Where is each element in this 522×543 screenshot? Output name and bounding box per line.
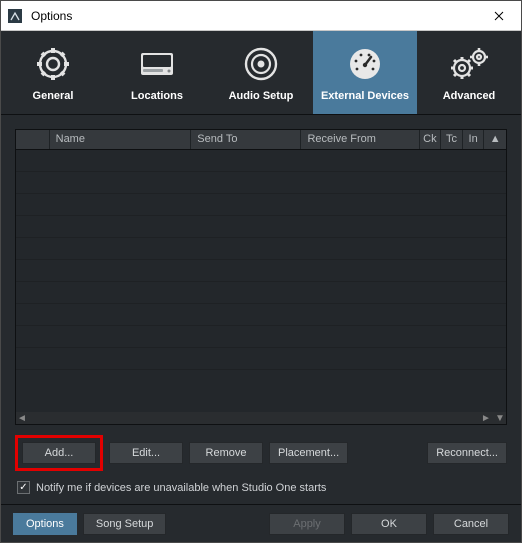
tab-label: Locations — [131, 90, 183, 102]
col-name[interactable]: Name — [50, 130, 192, 149]
gear-icon — [35, 44, 71, 84]
add-button[interactable]: Add... — [22, 442, 96, 464]
tab-label: General — [33, 90, 74, 102]
edit-button[interactable]: Edit... — [109, 442, 183, 464]
device-buttons-row: Add... Edit... Remove Placement... Recon… — [15, 425, 507, 479]
footer-tab-options[interactable]: Options — [13, 513, 77, 535]
close-icon — [494, 11, 504, 21]
table-header: Name Send To Receive From Ck Tc In ▲ — [16, 130, 506, 150]
table-row[interactable] — [16, 326, 506, 348]
table-row[interactable] — [16, 282, 506, 304]
external-devices-panel: Name Send To Receive From Ck Tc In ▲ — [1, 115, 521, 504]
scroll-right-icon[interactable]: ► — [480, 413, 492, 424]
col-in[interactable]: In — [463, 130, 485, 149]
table-row[interactable] — [16, 150, 506, 172]
ok-button[interactable]: OK — [351, 513, 427, 535]
reconnect-button[interactable]: Reconnect... — [427, 442, 507, 464]
scroll-left-icon[interactable]: ◄ — [16, 413, 28, 424]
table-row[interactable] — [16, 238, 506, 260]
tab-label: Advanced — [443, 90, 496, 102]
scroll-down-icon[interactable]: ▼ — [494, 413, 506, 424]
gauge-icon — [347, 44, 383, 84]
table-row[interactable] — [16, 194, 506, 216]
close-button[interactable] — [477, 1, 521, 30]
tab-label: Audio Setup — [229, 90, 294, 102]
placement-button[interactable]: Placement... — [269, 442, 348, 464]
table-row[interactable] — [16, 348, 506, 370]
drive-icon — [138, 44, 176, 84]
notify-checkbox[interactable]: ✓ — [17, 481, 30, 494]
table-body — [16, 150, 506, 412]
cancel-button[interactable]: Cancel — [433, 513, 509, 535]
apply-button[interactable]: Apply — [269, 513, 345, 535]
tab-external-devices[interactable]: External Devices — [313, 31, 417, 114]
remove-button[interactable]: Remove — [189, 442, 263, 464]
horizontal-scrollbar[interactable]: ◄ ► ▼ — [16, 412, 506, 424]
tab-advanced[interactable]: Advanced — [417, 31, 521, 114]
window-title: Options — [31, 9, 477, 23]
options-window: Options General Locations Audio Setup — [0, 0, 522, 543]
table-row[interactable] — [16, 304, 506, 326]
tab-locations[interactable]: Locations — [105, 31, 209, 114]
titlebar: Options — [1, 1, 521, 31]
col-receive[interactable]: Receive From — [301, 130, 419, 149]
col-expand[interactable] — [16, 130, 50, 149]
speaker-icon — [243, 44, 279, 84]
app-icon — [7, 8, 23, 24]
scroll-up-icon[interactable]: ▲ — [484, 130, 506, 149]
tab-label: External Devices — [321, 90, 409, 102]
dialog-footer: Options Song Setup Apply OK Cancel — [1, 504, 521, 542]
tab-audio-setup[interactable]: Audio Setup — [209, 31, 313, 114]
add-highlight: Add... — [15, 435, 103, 471]
table-row[interactable] — [16, 260, 506, 282]
table-row[interactable] — [16, 216, 506, 238]
col-sendto[interactable]: Send To — [191, 130, 301, 149]
devices-table: Name Send To Receive From Ck Tc In ▲ — [15, 129, 507, 425]
gears-icon — [449, 44, 489, 84]
notify-label: Notify me if devices are unavailable whe… — [36, 482, 326, 494]
footer-tab-songsetup[interactable]: Song Setup — [83, 513, 167, 535]
category-tabstrip: General Locations Audio Setup External D… — [1, 31, 521, 115]
tab-general[interactable]: General — [1, 31, 105, 114]
table-row[interactable] — [16, 172, 506, 194]
col-tc[interactable]: Tc — [441, 130, 463, 149]
notify-row: ✓ Notify me if devices are unavailable w… — [15, 479, 507, 504]
col-ck[interactable]: Ck — [420, 130, 442, 149]
